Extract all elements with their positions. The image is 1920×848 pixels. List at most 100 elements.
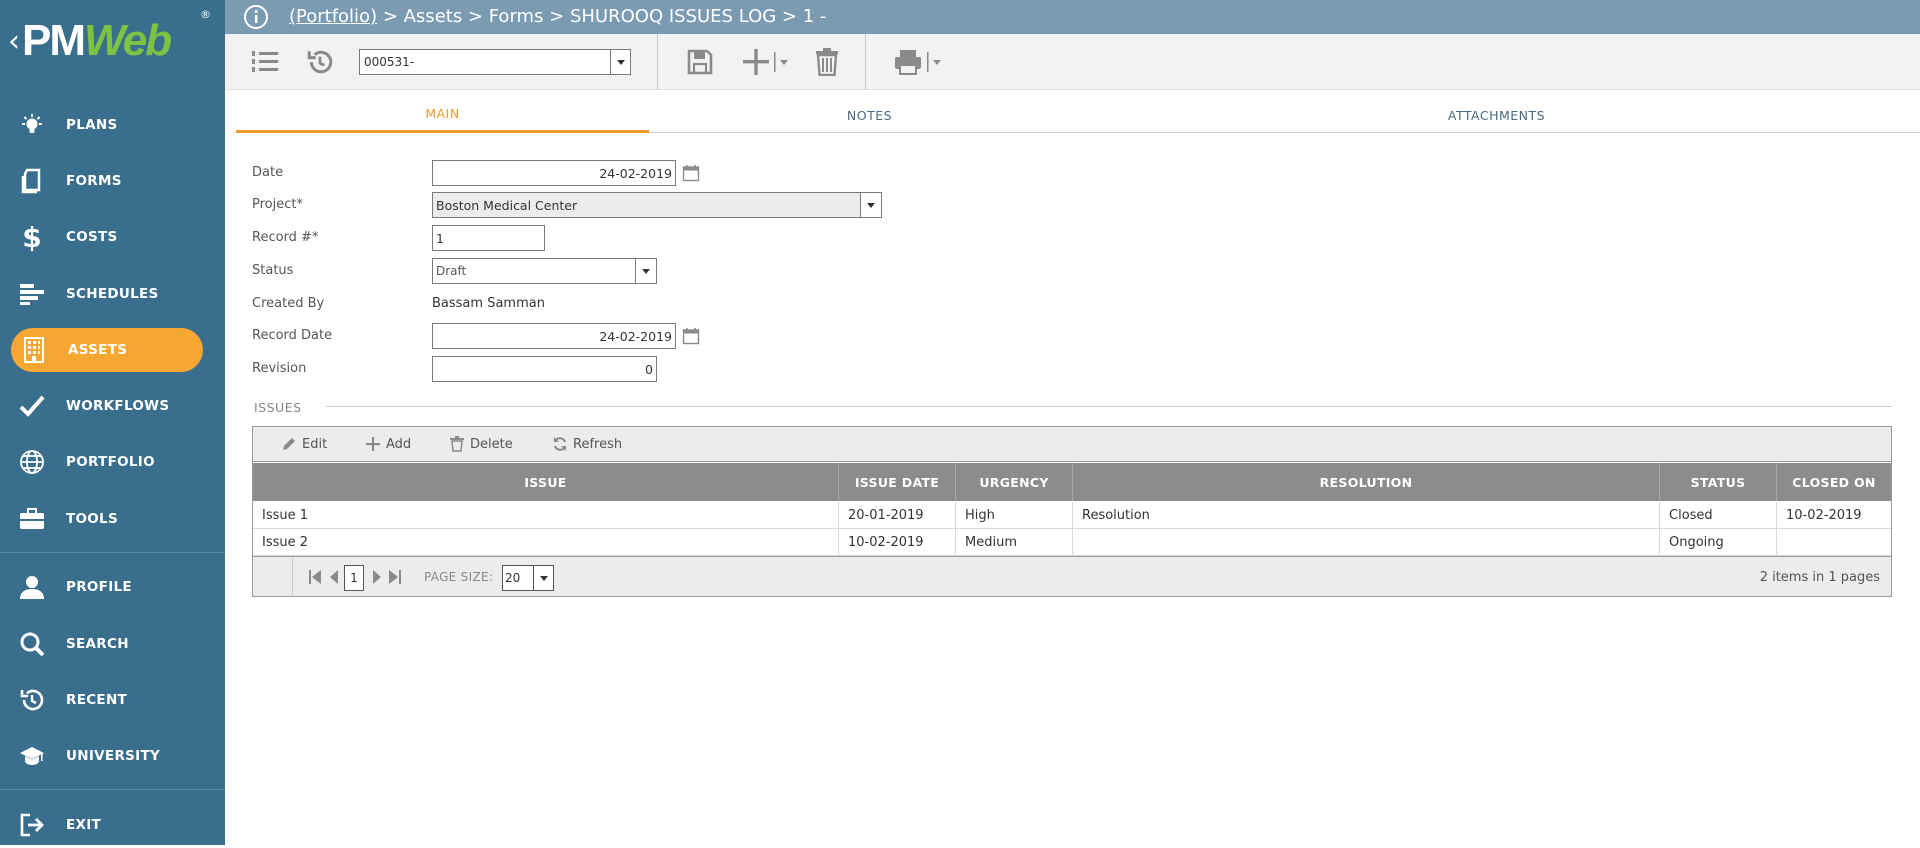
- nav-profile[interactable]: PROFILE: [0, 564, 225, 610]
- last-page-icon[interactable]: [388, 569, 402, 585]
- nav-university[interactable]: UNIVERSITY: [0, 733, 225, 779]
- grid-toolbar: Edit Add Delete Refresh: [253, 427, 1891, 462]
- tab-notes[interactable]: NOTES: [649, 97, 1090, 133]
- sidebar-divider: [0, 789, 225, 790]
- issues-section-title: ISSUES: [254, 400, 302, 415]
- history-icon[interactable]: [303, 46, 337, 78]
- page-size-select[interactable]: 20: [502, 565, 554, 591]
- nav-label: UNIVERSITY: [66, 748, 161, 764]
- revision-field[interactable]: 0: [432, 356, 657, 382]
- nav-search[interactable]: SEARCH: [0, 621, 225, 667]
- chevron-down-icon[interactable]: [533, 566, 553, 590]
- chevron-down-icon[interactable]: [860, 193, 881, 217]
- pager-spacer: [253, 557, 293, 597]
- nav-tools[interactable]: TOOLS: [0, 496, 225, 542]
- sidebar: ‹ PMWeb ® PLANS FORMS $ COSTS SCHEDULES …: [0, 0, 225, 845]
- nav-label: SEARCH: [66, 636, 129, 652]
- first-page-icon[interactable]: [308, 569, 322, 585]
- calendar-icon[interactable]: [682, 327, 700, 345]
- toolbar-divider: [657, 34, 658, 90]
- column-header-status[interactable]: STATUS: [1660, 463, 1777, 501]
- nav-label: FORMS: [66, 173, 122, 189]
- search-icon: [18, 630, 46, 658]
- document-icon: [18, 167, 46, 195]
- save-icon[interactable]: [683, 46, 717, 78]
- nav-recent[interactable]: RECENT: [0, 677, 225, 723]
- tab-main[interactable]: MAIN: [236, 97, 649, 133]
- nav-label: EXIT: [66, 817, 102, 833]
- history-icon: [18, 686, 46, 714]
- trash-icon: [450, 436, 464, 452]
- toolbar-divider: [865, 34, 866, 90]
- nav-portfolio[interactable]: PORTFOLIO: [0, 439, 225, 485]
- add-dropdown-icon[interactable]: [740, 46, 792, 78]
- plus-icon: [366, 437, 380, 451]
- date-field[interactable]: 24-02-2019: [432, 160, 676, 186]
- grid-header: ISSUE ISSUE DATE URGENCY RESOLUTION STAT…: [253, 463, 1891, 501]
- current-page[interactable]: 1: [344, 565, 364, 591]
- delete-button[interactable]: Delete: [449, 434, 513, 454]
- toolbox-icon: [18, 505, 46, 533]
- record-number-field[interactable]: 1: [432, 225, 545, 251]
- cell-urgency: High: [956, 502, 1073, 529]
- column-header-resolution[interactable]: RESOLUTION: [1073, 463, 1660, 501]
- edit-button[interactable]: Edit: [281, 434, 327, 454]
- record-select[interactable]: 000531-: [359, 49, 631, 75]
- column-header-closed-on[interactable]: CLOSED ON: [1777, 463, 1891, 501]
- cell-issue: Issue 1: [253, 502, 839, 529]
- add-button[interactable]: Add: [365, 434, 411, 454]
- nav-plans[interactable]: PLANS: [0, 102, 225, 148]
- record-date-field[interactable]: 24-02-2019: [432, 323, 676, 349]
- breadcrumb: (Portfolio) > Assets > Forms > SHUROOQ I…: [289, 6, 826, 27]
- status-select[interactable]: Draft: [432, 258, 657, 284]
- column-header-issue[interactable]: ISSUE: [253, 463, 839, 501]
- building-icon: [20, 336, 48, 364]
- back-chevron-icon[interactable]: ‹: [8, 24, 20, 59]
- grid-pager: 1 PAGE SIZE: 20 2 items in 1 pages: [253, 556, 1891, 597]
- project-select-value: Boston Medical Center: [436, 198, 578, 213]
- project-select[interactable]: Boston Medical Center: [432, 192, 882, 218]
- nav-workflows[interactable]: WORKFLOWS: [0, 383, 225, 429]
- breadcrumb-portfolio-link[interactable]: (Portfolio): [289, 6, 377, 27]
- list-icon[interactable]: [248, 46, 282, 78]
- pager-info: 2 items in 1 pages: [1759, 570, 1880, 585]
- breadcrumb-path: > Assets > Forms > SHUROOQ ISSUES LOG > …: [377, 6, 827, 27]
- cell-issue: Issue 2: [253, 529, 839, 556]
- cell-issue-date: 20-01-2019: [839, 502, 956, 529]
- table-row[interactable]: Issue 2 10-02-2019 Medium Ongoing: [253, 529, 1891, 556]
- pmweb-logo[interactable]: ‹ PMWeb ®: [4, 6, 219, 68]
- tab-bar: MAIN NOTES ATTACHMENTS: [236, 97, 1920, 133]
- table-row[interactable]: Issue 1 20-01-2019 High Resolution Close…: [253, 502, 1891, 529]
- section-divider: [326, 406, 1892, 407]
- nav-label: TOOLS: [66, 511, 118, 527]
- info-icon[interactable]: [243, 4, 269, 30]
- nav-label: SCHEDULES: [66, 286, 159, 302]
- created-by-label: Created By: [252, 296, 325, 311]
- nav-label: PLANS: [66, 117, 118, 133]
- tab-attachments[interactable]: ATTACHMENTS: [1090, 97, 1903, 133]
- refresh-button[interactable]: Refresh: [552, 434, 622, 454]
- nav-exit[interactable]: EXIT: [0, 802, 225, 848]
- trash-icon[interactable]: [810, 46, 844, 78]
- nav-label: WORKFLOWS: [66, 398, 170, 414]
- next-page-icon[interactable]: [370, 569, 384, 585]
- calendar-icon[interactable]: [682, 164, 700, 182]
- nav-forms[interactable]: FORMS: [0, 158, 225, 204]
- date-label: Date: [252, 165, 284, 180]
- nav-assets[interactable]: ASSETS: [0, 327, 225, 373]
- chevron-down-icon[interactable]: [635, 259, 656, 283]
- print-dropdown-icon[interactable]: [893, 46, 945, 78]
- registered-mark: ®: [200, 8, 211, 21]
- nav-schedules[interactable]: SCHEDULES: [0, 271, 225, 317]
- nav-costs[interactable]: $ COSTS: [0, 214, 225, 260]
- project-label: Project*: [252, 197, 303, 212]
- column-header-urgency[interactable]: URGENCY: [956, 463, 1073, 501]
- nav-label: RECENT: [66, 692, 128, 708]
- checkmark-icon: [18, 392, 46, 420]
- cell-issue-date: 10-02-2019: [839, 529, 956, 556]
- cell-resolution: [1073, 529, 1660, 556]
- column-header-issue-date[interactable]: ISSUE DATE: [839, 463, 956, 501]
- prev-page-icon[interactable]: [327, 569, 341, 585]
- page-size-value: 20: [505, 571, 521, 585]
- chevron-down-icon[interactable]: [610, 50, 630, 74]
